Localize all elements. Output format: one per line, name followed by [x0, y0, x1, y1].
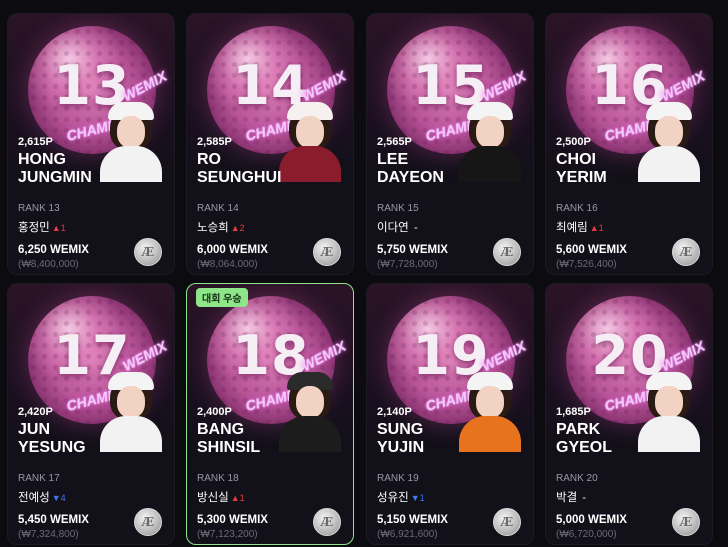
- player-card[interactable]: 20 WEMIX CHAMP 1,685P PARK GYEOL RANK 20 …: [545, 283, 713, 545]
- player-name: CHOI YERIM: [556, 151, 607, 186]
- korean-name: 전예성 ▼4: [18, 492, 66, 504]
- rank-change: ▲1: [51, 223, 66, 233]
- player-name: SUNG YUJIN: [377, 421, 425, 456]
- korean-name: 박결 -: [556, 492, 587, 504]
- krw-price: (₩7,526,400): [556, 259, 617, 270]
- krw-price: (₩6,921,600): [377, 529, 438, 540]
- rank-change: ▲1: [230, 493, 245, 503]
- player-points: 2,585P: [197, 136, 232, 148]
- rank-change: -: [582, 492, 587, 504]
- player-points: 2,500P: [556, 136, 591, 148]
- winner-badge: 대회 우승: [196, 288, 248, 307]
- wemix-coin-icon: Æ: [134, 238, 162, 266]
- wemix-price: 5,000 WEMIX: [556, 514, 627, 526]
- wemix-price: 6,000 WEMIX: [197, 244, 268, 256]
- player-points: 1,685P: [556, 406, 591, 418]
- wemix-coin-icon: Æ: [313, 238, 341, 266]
- player-portrait: [279, 96, 341, 182]
- rank-label: RANK 16: [556, 203, 598, 214]
- player-card[interactable]: 15 WEMIX CHAMP 2,565P LEE DAYEON RANK 15 …: [366, 13, 534, 275]
- rank-label: RANK 13: [18, 203, 60, 214]
- wemix-price: 5,750 WEMIX: [377, 244, 448, 256]
- player-portrait: [638, 366, 700, 452]
- player-name: RO SEUNGHUI: [197, 151, 282, 186]
- player-portrait: [459, 96, 521, 182]
- rank-label: RANK 20: [556, 473, 598, 484]
- player-card[interactable]: 19 WEMIX CHAMP 2,140P SUNG YUJIN RANK 19 …: [366, 283, 534, 545]
- wemix-coin-icon: Æ: [672, 238, 700, 266]
- rank-label: RANK 18: [197, 473, 239, 484]
- wemix-coin-icon: Æ: [313, 508, 341, 536]
- rank-change: -: [413, 222, 418, 234]
- player-points: 2,615P: [18, 136, 53, 148]
- wemix-price: 5,300 WEMIX: [197, 514, 268, 526]
- player-card[interactable]: 14 WEMIX CHAMP 2,585P RO SEUNGHUI RANK 14…: [186, 13, 354, 275]
- wemix-price: 5,150 WEMIX: [377, 514, 448, 526]
- rank-change: ▼4: [51, 493, 66, 503]
- rank-label: RANK 14: [197, 203, 239, 214]
- player-portrait: [100, 96, 162, 182]
- player-points: 2,420P: [18, 406, 53, 418]
- korean-name: 노승희 ▲2: [197, 222, 245, 234]
- player-name: PARK GYEOL: [556, 421, 613, 456]
- wemix-coin-icon: Æ: [493, 238, 521, 266]
- krw-price: (₩7,728,000): [377, 259, 438, 270]
- player-name: BANG SHINSIL: [197, 421, 261, 456]
- korean-name: 성유진 ▼1: [377, 492, 425, 504]
- player-name: JUN YESUNG: [18, 421, 86, 456]
- krw-price: (₩7,123,200): [197, 529, 258, 540]
- krw-price: (₩8,064,000): [197, 259, 258, 270]
- rank-label: RANK 17: [18, 473, 60, 484]
- wemix-price: 5,450 WEMIX: [18, 514, 89, 526]
- wemix-coin-icon: Æ: [672, 508, 700, 536]
- player-card[interactable]: 16 WEMIX CHAMP 2,500P CHOI YERIM RANK 16 …: [545, 13, 713, 275]
- player-card[interactable]: 17 WEMIX CHAMP 2,420P JUN YESUNG RANK 17 …: [7, 283, 175, 545]
- rank-change: ▲2: [230, 223, 245, 233]
- wemix-price: 5,600 WEMIX: [556, 244, 627, 256]
- player-portrait: [100, 366, 162, 452]
- rank-label: RANK 19: [377, 473, 419, 484]
- player-portrait: [459, 366, 521, 452]
- korean-name: 방신실 ▲1: [197, 492, 245, 504]
- rank-label: RANK 15: [377, 203, 419, 214]
- player-points: 2,140P: [377, 406, 412, 418]
- krw-price: (₩7,324,800): [18, 529, 79, 540]
- player-name: HONG JUNGMIN: [18, 151, 92, 186]
- player-card[interactable]: 13 WEMIX CHAMP 2,615P HONG JUNGMIN RANK 1…: [7, 13, 175, 275]
- player-points: 2,400P: [197, 406, 232, 418]
- player-portrait: [279, 366, 341, 452]
- player-points: 2,565P: [377, 136, 412, 148]
- player-name: LEE DAYEON: [377, 151, 444, 186]
- player-card[interactable]: 대회 우승 18 WEMIX CHAMP 2,400P BANG SHINSIL …: [186, 283, 354, 545]
- korean-name: 최예림 ▲1: [556, 222, 604, 234]
- krw-price: (₩6,720,000): [556, 529, 617, 540]
- rank-change: ▲1: [589, 223, 604, 233]
- korean-name: 이다연 -: [377, 222, 418, 234]
- wemix-coin-icon: Æ: [493, 508, 521, 536]
- wemix-coin-icon: Æ: [134, 508, 162, 536]
- krw-price: (₩8,400,000): [18, 259, 79, 270]
- korean-name: 홍정민 ▲1: [18, 222, 66, 234]
- rank-change: ▼1: [410, 493, 425, 503]
- player-portrait: [638, 96, 700, 182]
- wemix-price: 6,250 WEMIX: [18, 244, 89, 256]
